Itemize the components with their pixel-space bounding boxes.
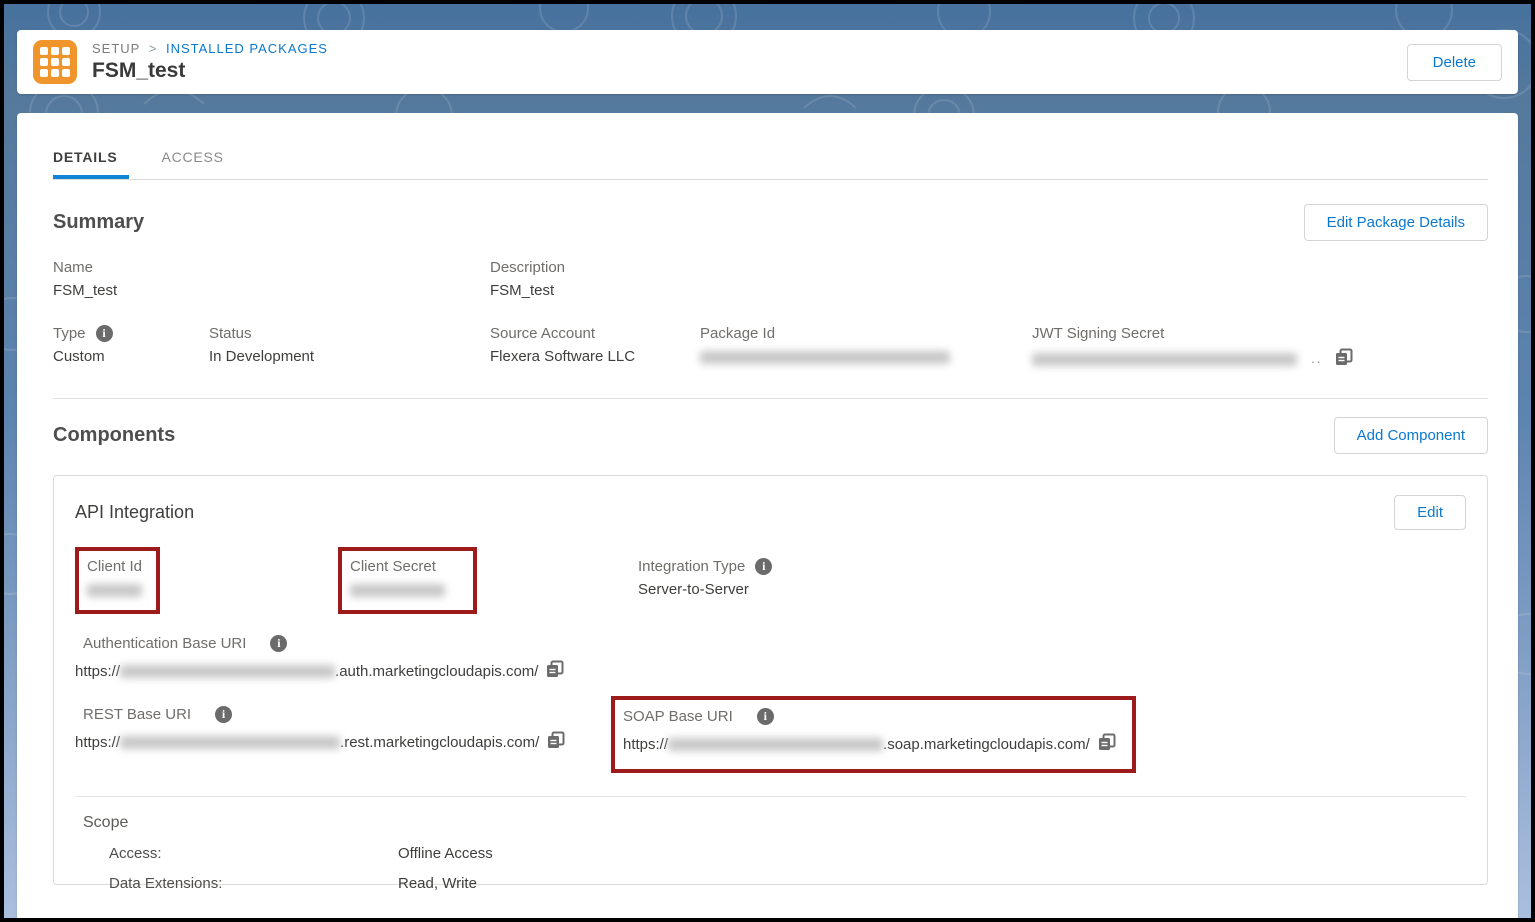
api-integration-title: API Integration	[75, 502, 194, 523]
status-label: Status	[209, 325, 490, 342]
package-id-label: Package Id	[700, 325, 1032, 342]
scope-data-extensions-label: Data Extensions:	[83, 875, 398, 892]
rest-uri-copy-icon[interactable]	[547, 731, 565, 753]
name-label: Name	[53, 259, 490, 276]
field-auth-base-uri: Authentication Base URI i https:// .auth…	[75, 635, 1466, 682]
rest-uri-suffix: .rest.marketingcloudapis.com/	[340, 734, 539, 751]
auth-uri-copy-icon[interactable]	[546, 660, 564, 682]
field-client-id: Client Id	[75, 547, 338, 614]
breadcrumb-setup: SETUP	[92, 41, 140, 56]
client-secret-label: Client Secret	[350, 558, 445, 575]
components-header-row: Components Add Component	[53, 417, 1488, 454]
installed-packages-grid-icon	[33, 40, 77, 84]
source-account-value: Flexera Software LLC	[490, 348, 700, 365]
client-id-annotation-box: Client Id	[75, 547, 160, 614]
type-label: Type	[53, 325, 86, 342]
edit-api-integration-button[interactable]: Edit	[1394, 495, 1466, 530]
scope-access-value: Offline Access	[398, 845, 493, 862]
rest-base-uri-label: REST Base URI	[83, 706, 191, 723]
type-info-icon[interactable]: i	[96, 325, 113, 342]
scope-access-label: Access:	[83, 845, 398, 862]
scope-row-data-extensions: Data Extensions: Read, Write	[83, 875, 1466, 892]
scope-heading: Scope	[83, 814, 1466, 832]
jwt-copy-icon[interactable]	[1335, 348, 1353, 370]
header-text-block: SETUP > INSTALLED PACKAGES FSM_test	[92, 41, 328, 83]
api-integration-header: API Integration Edit	[75, 495, 1466, 530]
auth-base-uri-label: Authentication Base URI	[83, 635, 246, 652]
name-value: FSM_test	[53, 282, 490, 299]
field-rest-base-uri: REST Base URI i https:// .rest.marketing…	[75, 706, 611, 753]
page-background: SETUP > INSTALLED PACKAGES FSM_test Dele…	[4, 4, 1531, 918]
auth-uri-redacted-host	[120, 665, 335, 678]
tab-details[interactable]: DETAILS	[53, 149, 129, 179]
summary-heading: Summary	[53, 211, 144, 234]
api-integration-card: API Integration Edit Client Id Client Se…	[53, 475, 1488, 885]
field-integration-type: Integration Type i Server-to-Server	[638, 547, 772, 598]
source-account-label: Source Account	[490, 325, 700, 342]
summary-row-2: Type i Custom Status In Development Sour…	[53, 325, 1488, 370]
field-package-id: Package Id	[700, 325, 1032, 370]
summary-row-1: Name FSM_test Description FSM_test	[53, 259, 1488, 299]
soap-base-uri-label: SOAP Base URI	[623, 708, 733, 725]
page-header: SETUP > INSTALLED PACKAGES FSM_test Dele…	[17, 30, 1518, 94]
summary-header-row: Summary Edit Package Details	[53, 204, 1488, 241]
jwt-redacted-value	[1032, 353, 1297, 366]
page-title: FSM_test	[92, 59, 328, 83]
breadcrumb-installed-packages-link[interactable]: INSTALLED PACKAGES	[166, 41, 328, 56]
field-soap-base-uri: SOAP Base URI i https:// .soap.marketing…	[623, 708, 1116, 755]
tab-bar: DETAILS ACCESS	[53, 113, 1488, 180]
field-status: Status In Development	[209, 325, 490, 370]
package-id-redacted-value	[700, 351, 950, 364]
api-credentials-row: Client Id Client Secret Integration Type…	[75, 547, 1466, 614]
tab-access[interactable]: ACCESS	[161, 149, 230, 179]
field-name: Name FSM_test	[53, 259, 490, 299]
auth-uri-suffix: .auth.marketingcloudapis.com/	[335, 663, 538, 680]
field-type: Type i Custom	[53, 325, 209, 370]
field-client-secret: Client Secret	[338, 547, 638, 614]
field-source-account: Source Account Flexera Software LLC	[490, 325, 700, 370]
main-content: DETAILS ACCESS Summary Edit Package Deta…	[17, 113, 1518, 918]
scope-row-access: Access: Offline Access	[83, 845, 1466, 862]
status-value: In Development	[209, 348, 490, 365]
integration-type-value: Server-to-Server	[638, 581, 772, 598]
client-secret-redacted-value	[350, 584, 445, 597]
rest-soap-row: REST Base URI i https:// .rest.marketing…	[75, 706, 1466, 773]
client-id-label: Client Id	[87, 558, 142, 575]
jwt-truncation-dots: ..	[1311, 351, 1322, 366]
description-value: FSM_test	[490, 282, 565, 299]
rest-uri-redacted-host	[120, 736, 340, 749]
jwt-label: JWT Signing Secret	[1032, 325, 1353, 342]
type-value: Custom	[53, 348, 209, 365]
description-label: Description	[490, 259, 565, 276]
soap-uri-suffix: .soap.marketingcloudapis.com/	[883, 736, 1090, 753]
rest-base-uri-info-icon[interactable]: i	[215, 706, 232, 723]
breadcrumb: SETUP > INSTALLED PACKAGES	[92, 41, 328, 56]
breadcrumb-separator: >	[149, 41, 158, 56]
field-jwt-signing-secret: JWT Signing Secret ..	[1032, 325, 1353, 370]
add-component-button[interactable]: Add Component	[1334, 417, 1488, 454]
soap-base-uri-annotation-box: SOAP Base URI i https:// .soap.marketing…	[611, 696, 1136, 773]
integration-type-info-icon[interactable]: i	[755, 558, 772, 575]
soap-uri-redacted-host	[668, 738, 883, 751]
soap-uri-copy-icon[interactable]	[1098, 733, 1116, 755]
scope-section: Scope Access: Offline Access Data Extens…	[75, 797, 1466, 892]
scope-data-extensions-value: Read, Write	[398, 875, 477, 892]
integration-type-label: Integration Type	[638, 558, 745, 575]
summary-components-divider	[53, 398, 1488, 399]
field-description: Description FSM_test	[490, 259, 565, 299]
client-secret-annotation-box: Client Secret	[338, 547, 477, 614]
soap-uri-prefix: https://	[623, 736, 668, 753]
auth-uri-prefix: https://	[75, 663, 120, 680]
edit-package-details-button[interactable]: Edit Package Details	[1304, 204, 1488, 241]
rest-uri-prefix: https://	[75, 734, 120, 751]
components-heading: Components	[53, 424, 175, 447]
soap-base-uri-info-icon[interactable]: i	[757, 708, 774, 725]
client-id-redacted-value	[87, 584, 142, 597]
auth-base-uri-info-icon[interactable]: i	[270, 635, 287, 652]
delete-button[interactable]: Delete	[1407, 44, 1502, 81]
